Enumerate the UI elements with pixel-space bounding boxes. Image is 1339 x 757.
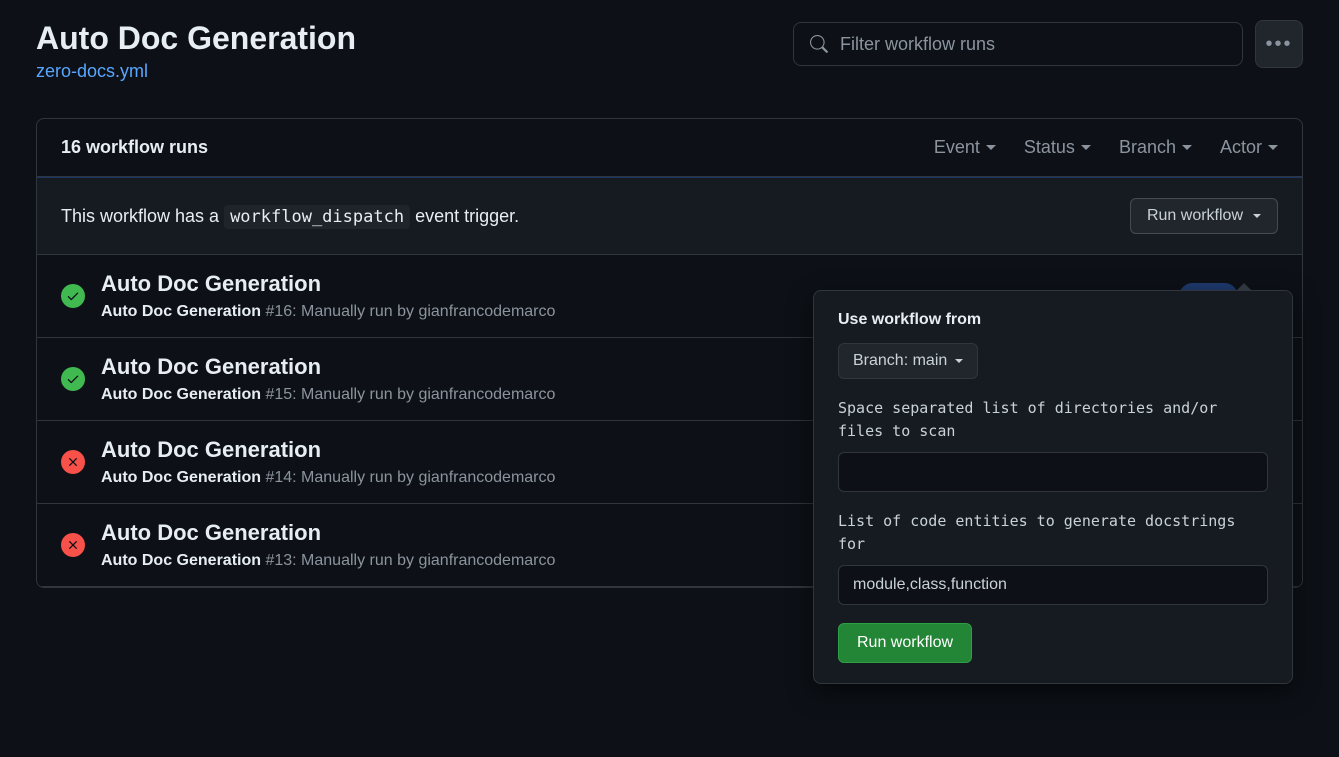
run-workflow-label: Run workflow [1147, 207, 1243, 225]
more-options-button[interactable]: ••• [1255, 20, 1303, 68]
entities-input[interactable] [838, 565, 1268, 605]
field-label-directories: Space separated list of directories and/… [838, 397, 1268, 442]
run-count: 16 workflow runs [61, 137, 208, 158]
filter-branch[interactable]: Branch [1119, 137, 1192, 158]
filter-label: Status [1024, 137, 1075, 158]
x-circle-icon [61, 533, 85, 557]
caret-down-icon [1182, 145, 1192, 150]
check-circle-icon [61, 367, 85, 391]
branch-selector[interactable]: Branch: main [838, 343, 978, 379]
field-label-entities: List of code entities to generate docstr… [838, 510, 1268, 555]
check-circle-icon [61, 284, 85, 308]
search-icon [810, 35, 828, 53]
caret-down-icon [1253, 214, 1261, 218]
dispatch-code: workflow_dispatch [224, 205, 410, 229]
filter-label: Branch [1119, 137, 1176, 158]
x-circle-icon [61, 450, 85, 474]
search-input[interactable] [840, 34, 1226, 55]
branch-selector-label: Branch: main [853, 352, 947, 370]
caret-down-icon [1081, 145, 1091, 150]
caret-down-icon [986, 145, 996, 150]
filter-event[interactable]: Event [934, 137, 996, 158]
caret-down-icon [1268, 145, 1278, 150]
filter-actor[interactable]: Actor [1220, 137, 1278, 158]
run-workflow-button[interactable]: Run workflow [1130, 198, 1278, 234]
popup-title: Use workflow from [838, 311, 1268, 329]
caret-down-icon [955, 359, 963, 363]
search-box[interactable] [793, 22, 1243, 66]
filter-label: Actor [1220, 137, 1262, 158]
kebab-icon: ••• [1265, 33, 1292, 56]
workflow-file-link[interactable]: zero-docs.yml [36, 61, 356, 82]
run-workflow-submit[interactable]: Run workflow [838, 623, 972, 663]
directories-input[interactable] [838, 452, 1268, 492]
page-title: Auto Doc Generation [36, 20, 356, 57]
run-workflow-popup: Use workflow from Branch: main Space sep… [813, 290, 1293, 684]
filter-status[interactable]: Status [1024, 137, 1091, 158]
filter-label: Event [934, 137, 980, 158]
dispatch-trigger-text: This workflow has a workflow_dispatch ev… [61, 206, 519, 227]
